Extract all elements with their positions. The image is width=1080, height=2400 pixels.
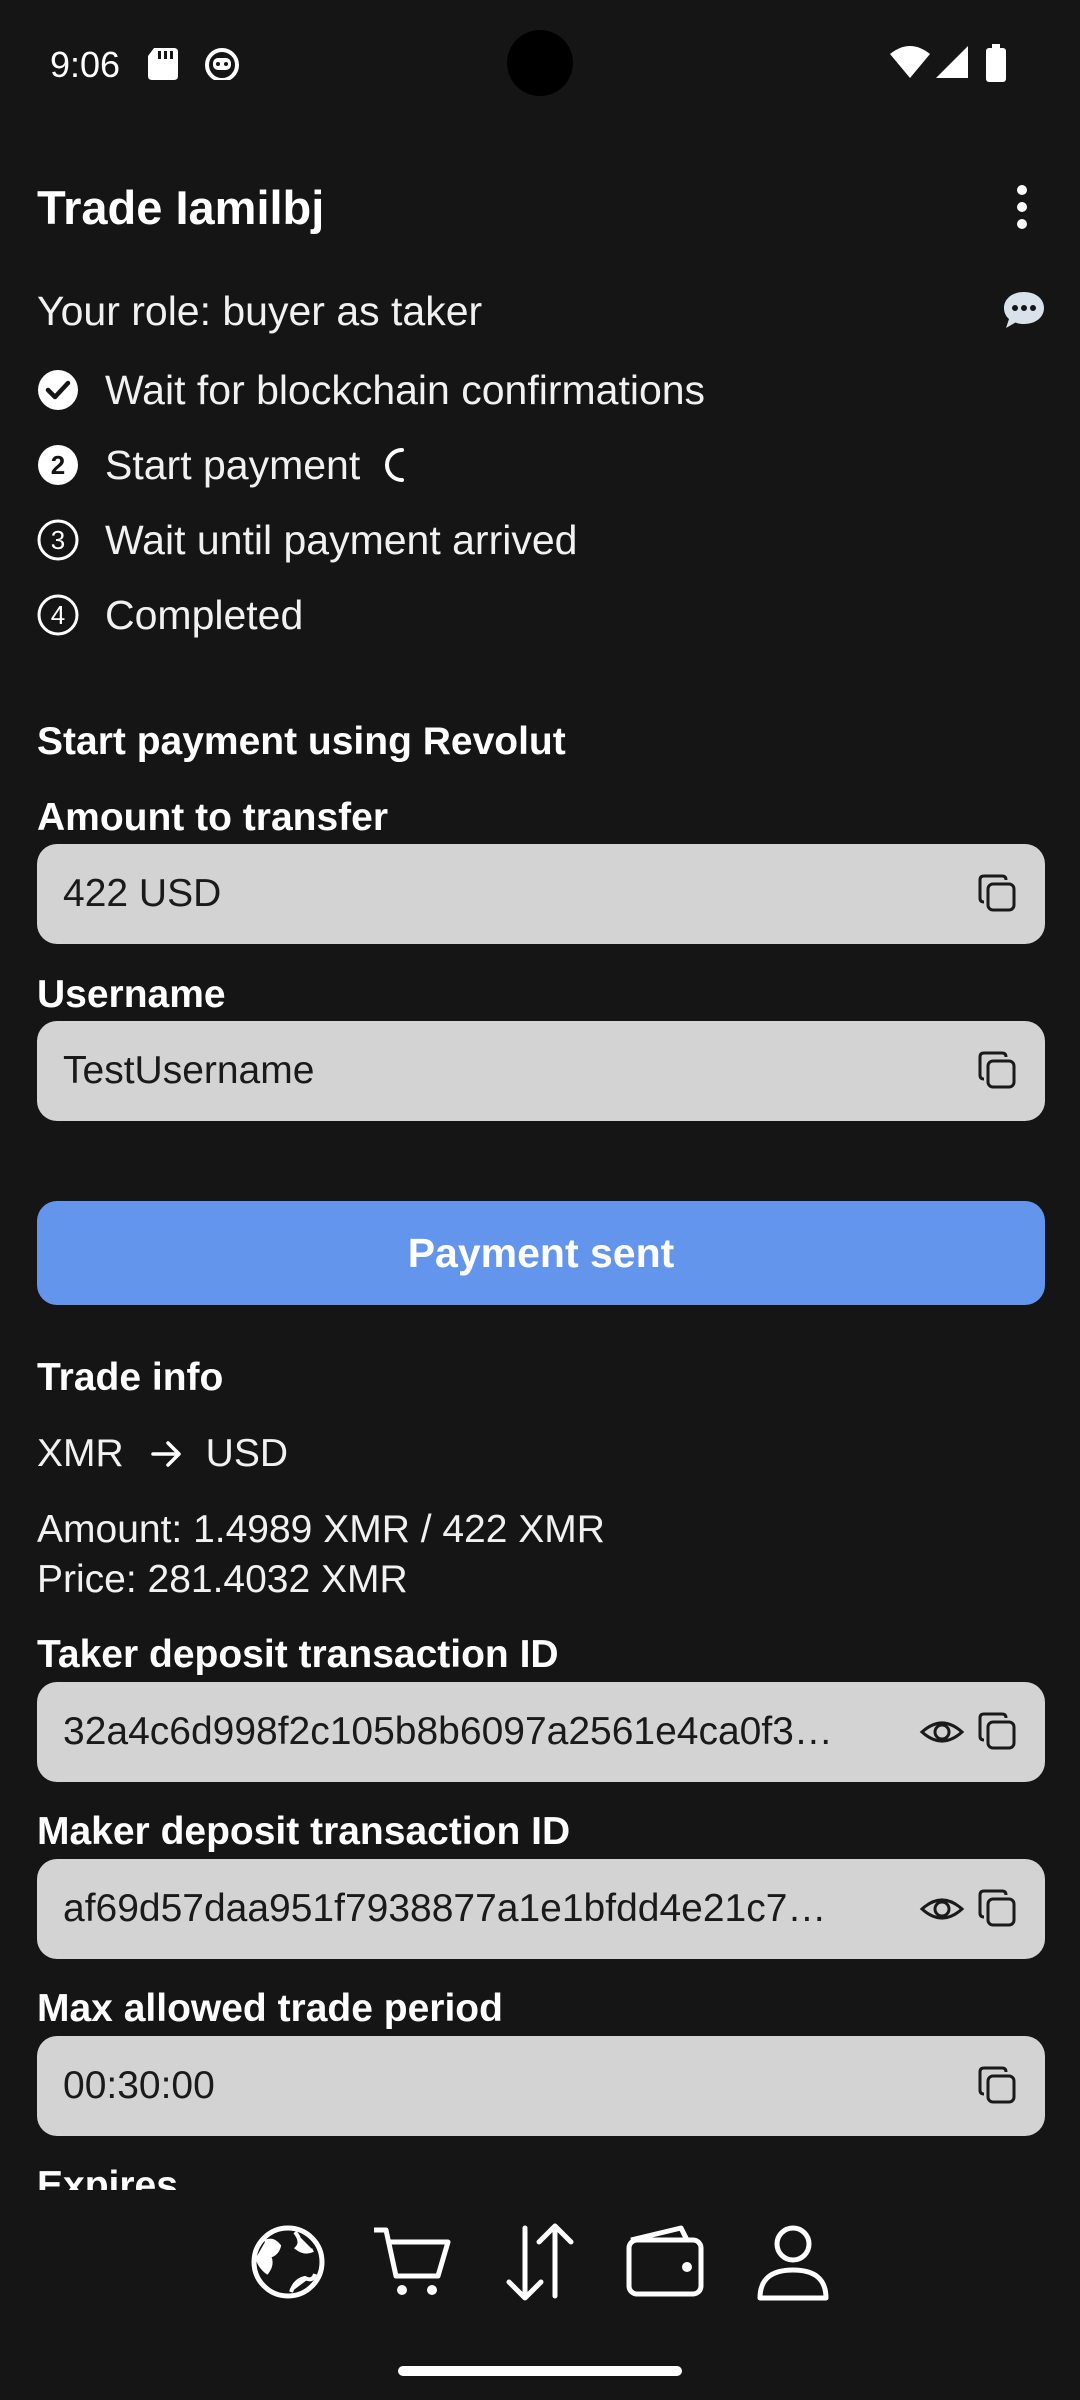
chat-icon[interactable]	[1002, 290, 1046, 330]
wifi-icon	[890, 46, 930, 78]
step-label: Wait until payment arrived	[105, 516, 578, 563]
step-number: 2	[51, 450, 65, 480]
price-line: Price: 281.4032 XMR	[37, 1558, 408, 1601]
status-bar: 9:06	[0, 0, 1080, 130]
page-title: Trade Iamilbj	[37, 181, 325, 234]
maker-deposit-value: af69d57daa951f7938877a1e1bfdd4e21c7…	[63, 1887, 827, 1930]
step-4: 4 Completed	[37, 585, 303, 645]
amount-value: 422 USD	[63, 872, 222, 915]
trade-period-value: 00:30:00	[63, 2064, 215, 2107]
step-3: 3 Wait until payment arrived	[37, 510, 577, 570]
amount-line: Amount: 1.4989 XMR / 422 XMR	[37, 1508, 605, 1551]
trade-info-title: Trade info	[37, 1356, 224, 1399]
username-label: Username	[37, 973, 226, 1016]
step-1: Wait for blockchain confirmations	[37, 360, 705, 420]
currency-pair: XMR USD	[37, 1432, 288, 1476]
taker-deposit-value: 32a4c6d998f2c105b8b6097a2561e4ca0f3…	[63, 1710, 833, 1753]
amount-label: Amount to transfer	[37, 796, 388, 839]
maker-deposit-field[interactable]: af69d57daa951f7938877a1e1bfdd4e21c7…	[37, 1859, 1045, 1959]
taker-deposit-field[interactable]: 32a4c6d998f2c105b8b6097a2561e4ca0f3…	[37, 1682, 1045, 1782]
cart-icon[interactable]	[368, 2220, 458, 2304]
amount-field[interactable]: 422 USD	[37, 844, 1045, 944]
step-number-icon: 3	[37, 519, 79, 561]
username-field[interactable]: TestUsername	[37, 1021, 1045, 1121]
check-circle-icon	[38, 370, 78, 410]
copy-icon[interactable]	[976, 2064, 1018, 2106]
eye-icon[interactable]	[919, 1712, 965, 1752]
signal-icon	[936, 46, 968, 78]
step-number-icon: 2	[38, 445, 78, 485]
loading-spinner-icon	[385, 448, 405, 482]
battery-icon	[986, 44, 1006, 82]
copy-icon[interactable]	[976, 872, 1018, 914]
step-2: 2 Start payment	[37, 435, 420, 495]
step-number: 4	[51, 600, 65, 630]
copy-icon[interactable]	[976, 1887, 1018, 1929]
username-value: TestUsername	[63, 1049, 315, 1092]
globe-icon[interactable]	[243, 2220, 333, 2304]
payment-section-title: Start payment using Revolut	[37, 720, 566, 763]
payment-sent-button[interactable]: Payment sent	[37, 1201, 1045, 1305]
step-label: Completed	[105, 591, 304, 638]
to-currency: USD	[205, 1432, 289, 1475]
maker-deposit-label: Maker deposit transaction ID	[37, 1810, 571, 1853]
eye-icon[interactable]	[919, 1889, 965, 1929]
copy-icon[interactable]	[976, 1710, 1018, 1752]
copy-icon[interactable]	[976, 1049, 1018, 1091]
android-debug-icon	[205, 48, 239, 80]
wallet-icon[interactable]	[621, 2220, 711, 2304]
step-label: Start payment	[105, 441, 361, 488]
bottom-nav	[0, 2190, 1080, 2330]
step-number: 3	[51, 525, 65, 555]
from-currency: XMR	[37, 1432, 124, 1475]
trade-period-field[interactable]: 00:30:00	[37, 2036, 1045, 2136]
trade-period-label: Max allowed trade period	[37, 1987, 503, 2030]
role-text: Your role: buyer as taker	[37, 288, 483, 334]
taker-deposit-label: Taker deposit transaction ID	[37, 1633, 559, 1676]
sd-card-icon	[148, 48, 178, 80]
step-label: Wait for blockchain confirmations	[105, 366, 706, 413]
more-options-icon[interactable]	[1000, 182, 1044, 232]
gesture-handle[interactable]	[398, 2366, 682, 2376]
swap-icon[interactable]	[495, 2220, 585, 2304]
account-icon[interactable]	[748, 2220, 838, 2304]
status-time: 9:06	[50, 44, 121, 85]
arrow-right-icon	[150, 1441, 181, 1467]
step-number-icon: 4	[37, 594, 79, 636]
front-camera	[507, 30, 573, 96]
